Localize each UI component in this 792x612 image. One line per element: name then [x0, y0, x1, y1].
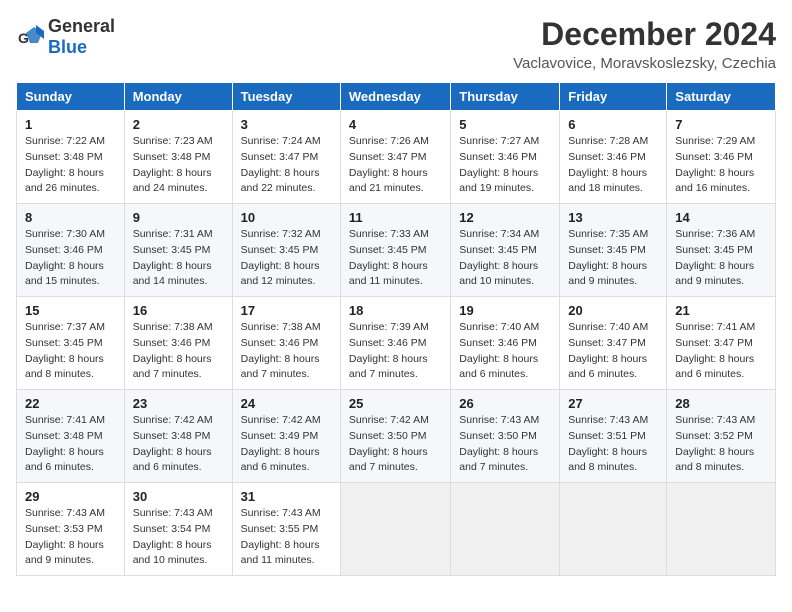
day-18: 18 Sunrise: 7:39 AMSunset: 3:46 PMDaylig… — [340, 297, 450, 390]
day-21: 21 Sunrise: 7:41 AMSunset: 3:47 PMDaylig… — [667, 297, 776, 390]
empty-cell-1 — [340, 483, 450, 576]
col-wednesday: Wednesday — [340, 83, 450, 111]
day-1: 1 Sunrise: 7:22 AMSunset: 3:48 PMDayligh… — [17, 111, 125, 204]
day-13: 13 Sunrise: 7:35 AMSunset: 3:45 PMDaylig… — [560, 204, 667, 297]
day-15: 15 Sunrise: 7:37 AMSunset: 3:45 PMDaylig… — [17, 297, 125, 390]
month-title: December 2024 — [513, 16, 776, 53]
logo-icon: G — [16, 23, 44, 51]
day-4: 4 Sunrise: 7:26 AMSunset: 3:47 PMDayligh… — [340, 111, 450, 204]
col-monday: Monday — [124, 83, 232, 111]
week-row-3: 15 Sunrise: 7:37 AMSunset: 3:45 PMDaylig… — [17, 297, 776, 390]
day-17: 17 Sunrise: 7:38 AMSunset: 3:46 PMDaylig… — [232, 297, 340, 390]
logo-blue: Blue — [48, 37, 87, 57]
day-20: 20 Sunrise: 7:40 AMSunset: 3:47 PMDaylig… — [560, 297, 667, 390]
week-row-2: 8 Sunrise: 7:30 AMSunset: 3:46 PMDayligh… — [17, 204, 776, 297]
calendar-header-row: Sunday Monday Tuesday Wednesday Thursday… — [17, 83, 776, 111]
day-7: 7 Sunrise: 7:29 AMSunset: 3:46 PMDayligh… — [667, 111, 776, 204]
day-29: 29 Sunrise: 7:43 AMSunset: 3:53 PMDaylig… — [17, 483, 125, 576]
day-19: 19 Sunrise: 7:40 AMSunset: 3:46 PMDaylig… — [451, 297, 560, 390]
location-subtitle: Vaclavovice, Moravskoslezsky, Czechia — [513, 55, 776, 72]
day-12: 12 Sunrise: 7:34 AMSunset: 3:45 PMDaylig… — [451, 204, 560, 297]
day-23: 23 Sunrise: 7:42 AMSunset: 3:48 PMDaylig… — [124, 390, 232, 483]
page-header: G General Blue December 2024 Vaclavovice… — [16, 16, 776, 72]
title-area: December 2024 Vaclavovice, Moravskoslezs… — [513, 16, 776, 72]
day-16: 16 Sunrise: 7:38 AMSunset: 3:46 PMDaylig… — [124, 297, 232, 390]
week-row-4: 22 Sunrise: 7:41 AMSunset: 3:48 PMDaylig… — [17, 390, 776, 483]
col-sunday: Sunday — [17, 83, 125, 111]
col-friday: Friday — [560, 83, 667, 111]
logo: G General Blue — [16, 16, 115, 58]
col-thursday: Thursday — [451, 83, 560, 111]
day-22: 22 Sunrise: 7:41 AMSunset: 3:48 PMDaylig… — [17, 390, 125, 483]
day-9: 9 Sunrise: 7:31 AMSunset: 3:45 PMDayligh… — [124, 204, 232, 297]
day-27: 27 Sunrise: 7:43 AMSunset: 3:51 PMDaylig… — [560, 390, 667, 483]
day-11: 11 Sunrise: 7:33 AMSunset: 3:45 PMDaylig… — [340, 204, 450, 297]
logo-general: General — [48, 16, 115, 36]
day-5: 5 Sunrise: 7:27 AMSunset: 3:46 PMDayligh… — [451, 111, 560, 204]
day-2: 2 Sunrise: 7:23 AMSunset: 3:48 PMDayligh… — [124, 111, 232, 204]
empty-cell-2 — [451, 483, 560, 576]
empty-cell-3 — [560, 483, 667, 576]
day-30: 30 Sunrise: 7:43 AMSunset: 3:54 PMDaylig… — [124, 483, 232, 576]
day-25: 25 Sunrise: 7:42 AMSunset: 3:50 PMDaylig… — [340, 390, 450, 483]
day-26: 26 Sunrise: 7:43 AMSunset: 3:50 PMDaylig… — [451, 390, 560, 483]
day-28: 28 Sunrise: 7:43 AMSunset: 3:52 PMDaylig… — [667, 390, 776, 483]
col-saturday: Saturday — [667, 83, 776, 111]
week-row-5: 29 Sunrise: 7:43 AMSunset: 3:53 PMDaylig… — [17, 483, 776, 576]
day-10: 10 Sunrise: 7:32 AMSunset: 3:45 PMDaylig… — [232, 204, 340, 297]
week-row-1: 1 Sunrise: 7:22 AMSunset: 3:48 PMDayligh… — [17, 111, 776, 204]
day-31: 31 Sunrise: 7:43 AMSunset: 3:55 PMDaylig… — [232, 483, 340, 576]
day-24: 24 Sunrise: 7:42 AMSunset: 3:49 PMDaylig… — [232, 390, 340, 483]
day-14: 14 Sunrise: 7:36 AMSunset: 3:45 PMDaylig… — [667, 204, 776, 297]
day-6: 6 Sunrise: 7:28 AMSunset: 3:46 PMDayligh… — [560, 111, 667, 204]
day-8: 8 Sunrise: 7:30 AMSunset: 3:46 PMDayligh… — [17, 204, 125, 297]
col-tuesday: Tuesday — [232, 83, 340, 111]
day-3: 3 Sunrise: 7:24 AMSunset: 3:47 PMDayligh… — [232, 111, 340, 204]
calendar-table: Sunday Monday Tuesday Wednesday Thursday… — [16, 82, 776, 576]
empty-cell-4 — [667, 483, 776, 576]
